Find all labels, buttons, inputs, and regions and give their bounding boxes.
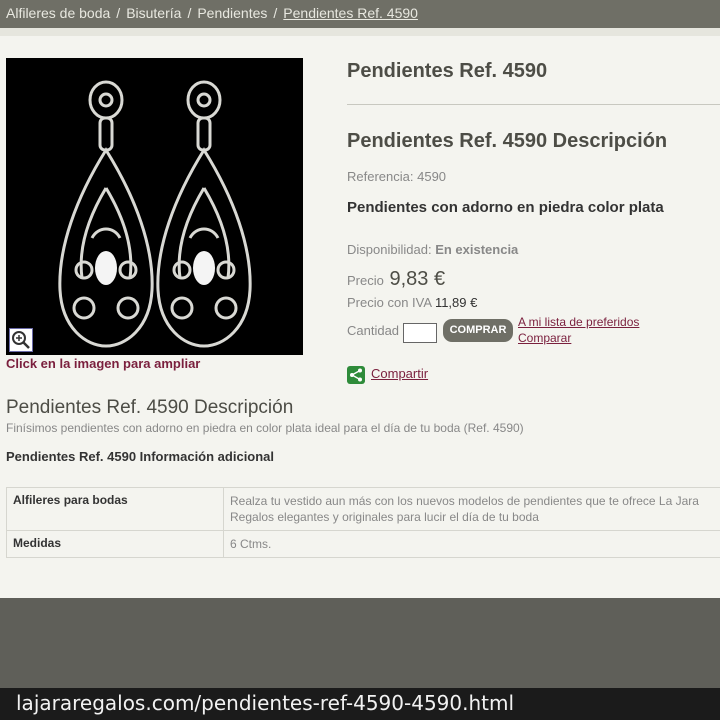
table-cell-key: Medidas [6,530,224,558]
breadcrumb-separator: / [116,5,121,21]
table-row: Medidas 6 Ctms. [6,530,720,558]
reference-label: Referencia: [347,169,414,184]
additional-info-table: Alfileres para bodas Realza tu vestido a… [6,487,720,558]
image-caption[interactable]: Click en la imagen para ampliar [6,356,200,371]
table-cell-value: 6 Ctms. [223,530,720,558]
earrings-image [58,80,252,348]
availability-label: Disponibilidad: [347,242,432,257]
compare-link[interactable]: Comparar [518,331,571,345]
details-heading: Pendientes Ref. 4590 Descripción [6,397,294,418]
breadcrumb-item-pendientes[interactable]: Pendientes [197,5,267,21]
header-band [0,28,720,36]
price-label: Precio [347,273,384,288]
availability-value: En existencia [435,242,519,257]
magnifier-plus-icon[interactable] [9,328,33,352]
price-iva-row: Precio con IVA 11,89 € [347,295,477,310]
reference-value: 4590 [417,169,447,184]
wishlist-link[interactable]: A mi lista de preferidos [518,315,639,329]
quantity-input[interactable] [403,323,437,343]
breadcrumb-current[interactable]: Pendientes Ref. 4590 [283,5,418,21]
price-iva-value: 11,89 € [434,295,478,310]
short-description: Pendientes con adorno en piedra color pl… [347,199,664,216]
breadcrumb-separator: / [187,5,192,21]
table-row: Alfileres para bodas Realza tu vestido a… [6,487,720,531]
price-value: 9,83 € [389,268,446,290]
product-title: Pendientes Ref. 4590 [347,60,548,82]
details-text: Finísimos pendientes con adorno en piedr… [6,421,524,435]
breadcrumb-item-bisuteria[interactable]: Bisutería [126,5,181,21]
breadcrumb-item-alfileres[interactable]: Alfileres de boda [6,5,110,21]
share-icon[interactable] [347,366,365,384]
share-link[interactable]: Compartir [371,366,428,381]
availability: Disponibilidad: En existencia [347,242,518,257]
table-cell-value: Realza tu vestido aun más con los nuevos… [223,487,720,531]
price-iva-label: Precio con IVA [347,295,432,310]
description-title: Pendientes Ref. 4590 Descripción [347,130,668,152]
additional-info-heading: Pendientes Ref. 4590 Información adicion… [6,449,275,464]
reference-line: Referencia: 4590 [347,169,446,184]
footer [0,598,720,688]
divider [347,104,720,105]
url-bar[interactable]: lajararegalos.com/pendientes-ref-4590-45… [0,688,720,720]
table-cell-key: Alfileres para bodas [6,487,224,531]
product-image[interactable] [6,58,303,355]
breadcrumb: Alfileres de boda / Bisutería / Pendientes / P… [0,0,720,28]
buy-button[interactable]: COMPRAR [443,319,513,342]
price-row: Precio 9,83 € [347,268,445,291]
breadcrumb-separator: / [273,5,278,21]
quantity-label: Cantidad [347,323,400,338]
